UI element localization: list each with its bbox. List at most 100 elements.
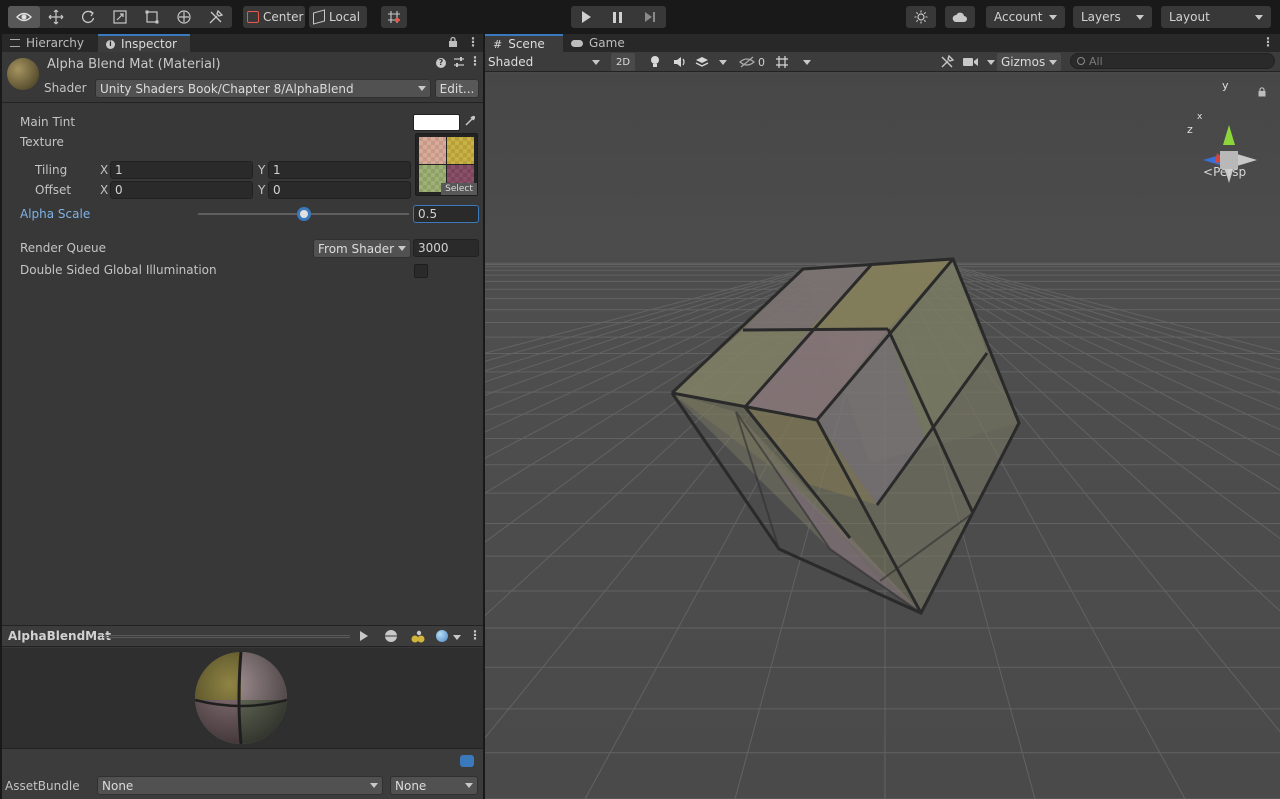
texture-slot[interactable]: Select (415, 133, 478, 196)
grid-visibility-dropdown[interactable] (775, 52, 811, 72)
pivot-mode-toggle[interactable]: Center (243, 6, 305, 28)
lock-icon[interactable] (448, 36, 458, 51)
layout-dropdown[interactable]: Layout (1161, 6, 1271, 28)
light-settings-button[interactable] (906, 6, 936, 28)
preview-play-icon[interactable] (360, 631, 368, 641)
pivot-center-icon (247, 11, 259, 23)
alpha-scale-field[interactable]: 0.5 (413, 205, 479, 223)
persp-icon: < (1203, 165, 1214, 179)
draw-mode-dropdown[interactable]: Shaded (488, 52, 604, 72)
texture-select-button[interactable]: Select (441, 183, 477, 195)
scene-grid-icon: # (493, 37, 503, 51)
more-menu-icon[interactable]: ⋮ (467, 35, 479, 49)
inspector-tabbar: Hierarchy i Inspector ⋮ (2, 34, 483, 52)
grid-snapping-button[interactable] (381, 6, 407, 28)
gizmo-lock-icon[interactable] (1258, 86, 1266, 100)
alpha-scale-slider-track[interactable] (198, 207, 409, 221)
scene-menu-icon[interactable]: ⋮ (1262, 35, 1274, 49)
tiling-x-label: X (100, 163, 109, 177)
pivot-rotation-label: Local (329, 10, 361, 24)
scene-window: # Scene Game ⋮ Shaded 2D 0 Gizmos All y … (485, 34, 1280, 799)
pivot-rotation-toggle[interactable]: Local (309, 6, 367, 28)
preview-menu-icon[interactable]: ⋮ (469, 628, 481, 642)
scene-effects-dropdown[interactable] (695, 52, 727, 72)
tab-game-label: Game (589, 36, 625, 50)
preview-drag-handle[interactable] (103, 635, 350, 638)
tab-scene[interactable]: # Scene (485, 34, 563, 52)
tab-inspector-label: Inspector (121, 37, 177, 51)
playmode-controls (571, 6, 666, 28)
component-menu-icon[interactable]: ⋮ (469, 54, 481, 68)
effects-layers-icon (695, 57, 709, 67)
preview-background-caret-icon[interactable] (453, 635, 461, 640)
scene-lighting-toggle[interactable] (645, 52, 665, 72)
scene-search-field[interactable]: All (1070, 53, 1275, 69)
shader-caret-icon (418, 86, 426, 91)
tab-hierarchy-label: Hierarchy (26, 36, 85, 50)
tiling-y-field[interactable]: 1 (268, 161, 411, 179)
scene-visibility-toggle[interactable]: 0 (739, 52, 769, 72)
tab-hierarchy[interactable]: Hierarchy (2, 34, 92, 52)
info-icon: i (106, 39, 115, 49)
asset-bundle-variant-value: None (395, 778, 427, 793)
asset-bundle-name-dropdown[interactable]: None (97, 776, 383, 795)
asset-label-icon[interactable] (460, 755, 474, 767)
preview-lighting-icon[interactable] (410, 629, 426, 648)
preview-background-icon[interactable] (436, 630, 448, 642)
scale-tool-icon[interactable] (104, 6, 136, 28)
alpha-scale-slider-thumb[interactable] (296, 207, 311, 221)
asset-bundle-variant-dropdown[interactable]: None (390, 776, 478, 795)
tiling-x-field[interactable]: 1 (110, 161, 253, 179)
transform-tool-icon[interactable] (168, 6, 200, 28)
cloud-button[interactable] (945, 6, 975, 28)
custom-editor-tool-icon[interactable] (200, 6, 232, 28)
sun-icon (914, 10, 928, 24)
account-caret-icon (1049, 14, 1057, 20)
local-cube-icon (313, 9, 325, 25)
gizmos-dropdown[interactable]: Gizmos (997, 53, 1061, 71)
material-title: Alpha Blend Mat (Material) (47, 57, 221, 72)
dsgi-checkbox[interactable] (414, 264, 428, 278)
rotate-tool-icon[interactable] (72, 6, 104, 28)
layers-dropdown[interactable]: Layers (1073, 6, 1152, 28)
presets-icon[interactable] (453, 56, 465, 71)
shader-dropdown[interactable]: Unity Shaders Book/Chapter 8/AlphaBlend (95, 79, 431, 98)
material-preview-area[interactable] (2, 648, 483, 748)
tab-inspector[interactable]: i Inspector (98, 34, 190, 52)
scene-tools-button[interactable] (937, 52, 957, 72)
inspector-window: Hierarchy i Inspector ⋮ Alpha Blend Mat … (2, 34, 483, 799)
render-queue-mode-value: From Shader (318, 241, 395, 256)
scene-audio-toggle[interactable] (670, 52, 690, 72)
move-tool-icon[interactable] (40, 6, 72, 28)
tab-game[interactable]: Game (563, 34, 633, 52)
asset-bundle-name-caret-icon (370, 783, 378, 788)
hidden-count: 0 (758, 55, 765, 69)
2d-mode-toggle[interactable]: 2D (611, 53, 635, 71)
lightbulb-icon (651, 56, 659, 67)
render-queue-mode-dropdown[interactable]: From Shader (313, 239, 411, 258)
projection-toggle[interactable]: <Persp (1203, 165, 1246, 179)
account-dropdown[interactable]: Account (986, 6, 1065, 28)
render-queue-field[interactable]: 3000 (413, 239, 479, 257)
render-queue-label: Render Queue (20, 241, 106, 255)
search-icon (1077, 57, 1085, 65)
help-icon[interactable]: ? (436, 58, 446, 68)
offset-x-field[interactable]: 0 (110, 181, 253, 199)
render-queue-caret-icon (398, 246, 406, 251)
offset-y-field[interactable]: 0 (268, 181, 411, 199)
main-tint-label: Main Tint (20, 115, 76, 129)
main-tint-color-swatch[interactable] (413, 114, 460, 131)
preview-mesh-icon[interactable] (385, 630, 397, 642)
asset-bundle-bar: AssetBundle None None (2, 748, 483, 799)
step-icon[interactable] (644, 12, 655, 22)
pause-icon[interactable] (613, 11, 623, 23)
rect-tool-icon[interactable] (136, 6, 168, 28)
scene-viewport[interactable] (485, 73, 1280, 799)
view-tool-icon[interactable] (8, 6, 40, 28)
asset-bundle-label: AssetBundle (5, 779, 80, 793)
edit-shader-button[interactable]: Edit... (435, 79, 479, 98)
layout-caret-icon (1255, 14, 1263, 20)
eyedropper-icon[interactable] (464, 115, 476, 130)
play-icon[interactable] (582, 11, 592, 23)
camera-settings-dropdown[interactable] (963, 52, 995, 72)
